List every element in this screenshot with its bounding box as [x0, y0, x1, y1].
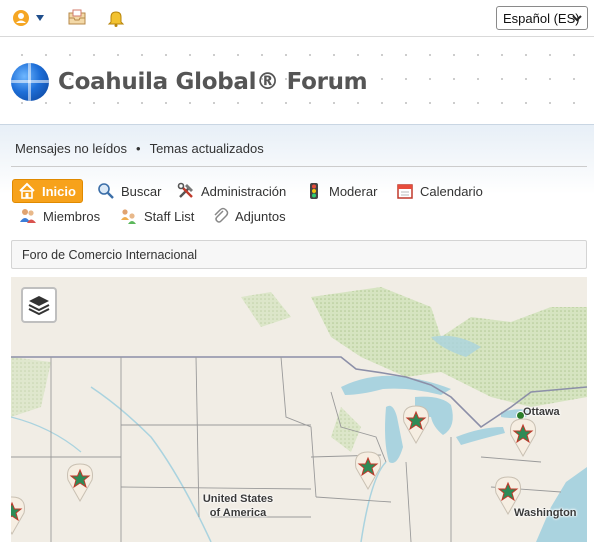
map-marker[interactable] [353, 450, 383, 491]
map-view[interactable]: United States of America Ottawa Washingt… [11, 277, 587, 542]
inbox-icon [68, 9, 86, 25]
nav-item-label: Calendario [420, 183, 483, 199]
nav-item-label: Miembros [43, 208, 101, 224]
chevron-down-icon [572, 15, 582, 22]
map-pin-icon [495, 476, 521, 516]
nav-item-search[interactable]: Buscar [97, 179, 161, 203]
user-menu-button[interactable] [12, 8, 46, 28]
nav-item-home[interactable]: Inicio [12, 179, 83, 203]
nav-item-label: Inicio [42, 183, 76, 199]
map-label-country: United States of America [193, 492, 283, 520]
nav-item-moderate[interactable]: Moderar [305, 179, 377, 203]
map-pin-icon [510, 418, 536, 458]
home-icon [18, 182, 36, 200]
site-title[interactable]: Coahuila Global® Forum [58, 69, 368, 95]
nav-item-members[interactable]: Miembros [19, 204, 100, 228]
nav-item-staff-list[interactable]: Staff List [120, 204, 194, 228]
map-marker[interactable] [508, 417, 538, 458]
map-marker[interactable] [401, 404, 431, 445]
nav-item-label: Moderar [329, 183, 378, 199]
map-label-country-line1: United States [202, 493, 274, 505]
divider [11, 166, 587, 167]
nav-item-label: Administración [201, 183, 287, 199]
language-select-value: Español (ES) [503, 10, 580, 26]
globe-logo-icon[interactable] [11, 63, 49, 101]
top-bar: Español (ES) [0, 0, 594, 37]
nav-item-label: Adjuntos [235, 208, 286, 224]
traffic-light-icon [305, 182, 323, 200]
members-icon [19, 207, 37, 225]
map-pin-icon [67, 463, 93, 503]
map-marker[interactable] [493, 475, 523, 516]
map-marker[interactable] [65, 462, 95, 503]
tools-icon [177, 182, 195, 200]
paperclip-icon [211, 207, 229, 225]
map-pin-icon [403, 405, 429, 445]
layers-button[interactable] [21, 287, 57, 323]
map-pin-icon [355, 451, 381, 491]
breadcrumb: Foro de Comercio Internacional [11, 240, 587, 269]
map-label-washington: Washington [514, 507, 577, 519]
staff-icon [120, 207, 138, 225]
notification-bell-icon [107, 11, 125, 27]
quicklinks-separator: • [136, 141, 141, 156]
quick-links: Mensajes no leídos • Temas actualizados [15, 141, 264, 156]
map-pin-icon [11, 496, 25, 536]
calendar-icon [396, 182, 414, 200]
inbox-button[interactable] [67, 8, 87, 28]
search-icon [97, 182, 115, 200]
layers-icon [28, 296, 50, 316]
language-select[interactable]: Español (ES) [496, 6, 588, 30]
updated-topics-link[interactable]: Temas actualizados [150, 141, 264, 156]
nav-item-administration[interactable]: Administración [177, 179, 286, 203]
nav-item-attachments[interactable]: Adjuntos [211, 204, 286, 228]
map-label-country-line2: of America [209, 507, 267, 519]
breadcrumb-forum-link[interactable]: Foro de Comercio Internacional [22, 248, 197, 262]
site-header: Coahuila Global® Forum [0, 37, 594, 125]
unread-posts-link[interactable]: Mensajes no leídos [15, 141, 127, 156]
nav-item-label: Buscar [121, 183, 162, 199]
chevron-down-icon [36, 15, 44, 21]
map-marker[interactable] [11, 495, 27, 536]
nav-item-calendar[interactable]: Calendario [396, 179, 483, 203]
user-menu-icon [13, 10, 44, 26]
notifications-button[interactable] [107, 8, 125, 28]
nav-item-label: Staff List [144, 208, 195, 224]
